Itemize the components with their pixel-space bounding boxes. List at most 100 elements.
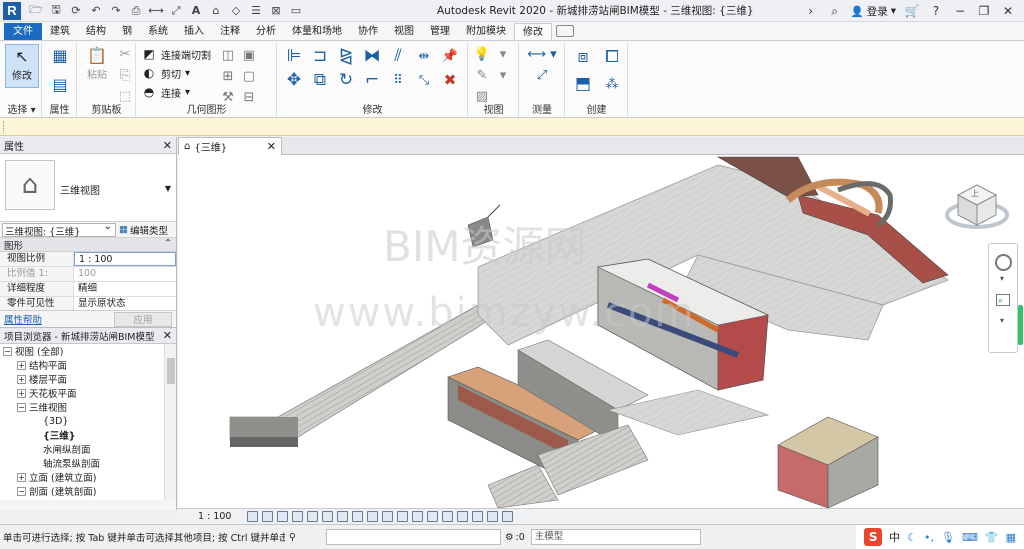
copy-icon[interactable]: ⎘ bbox=[116, 66, 134, 84]
lock-view-icon[interactable] bbox=[352, 511, 364, 522]
properties-close-icon[interactable]: ✕ bbox=[163, 139, 172, 152]
align-icon[interactable]: ⊫ bbox=[282, 45, 306, 67]
keyboard-icon[interactable]: ⌨ bbox=[962, 531, 978, 544]
detail-level-field[interactable]: 精细 bbox=[74, 282, 176, 296]
text-icon[interactable]: A bbox=[187, 3, 205, 19]
tab-manage[interactable]: 管理 bbox=[422, 23, 458, 40]
join-button[interactable]: ◓ 连接 ▾ bbox=[141, 84, 190, 100]
more-icon[interactable] bbox=[502, 511, 514, 522]
tab-annotate[interactable]: 注释 bbox=[212, 23, 248, 40]
create-assembly-icon[interactable]: ⧈ bbox=[570, 45, 596, 69]
edit-type-button[interactable]: ▦ 编辑类型 bbox=[119, 223, 168, 237]
temp-hide-icon[interactable] bbox=[367, 511, 379, 522]
selection-filter-icon[interactable]: ⚲ bbox=[289, 532, 296, 543]
tree-item[interactable]: 水闸纵剖面 bbox=[0, 442, 176, 456]
rotate-icon[interactable]: ↻ bbox=[334, 69, 358, 91]
offset-icon[interactable]: ⊐ bbox=[308, 45, 332, 67]
ime-mode[interactable]: 中 bbox=[889, 529, 900, 545]
collapse-icon[interactable]: − bbox=[17, 402, 26, 412]
section-icon[interactable]: ◇ bbox=[227, 3, 245, 19]
view-dropdown-2-icon[interactable]: ▾ bbox=[494, 66, 512, 84]
skin-icon[interactable]: 👕 bbox=[985, 531, 999, 544]
filter-icon[interactable]: ⚙ bbox=[505, 532, 514, 543]
graphics-group-header[interactable]: 图形 ⌃ bbox=[0, 238, 176, 252]
trim-extend-icon[interactable]: ⌐ bbox=[360, 69, 384, 91]
expand-icon[interactable]: + bbox=[17, 374, 26, 384]
worksharing-icon[interactable] bbox=[457, 511, 469, 522]
tab-addins[interactable]: 附加模块 bbox=[458, 23, 514, 40]
switch-windows-icon[interactable]: ▭ bbox=[287, 3, 305, 19]
canvas-scrollbar-thumb[interactable] bbox=[1018, 305, 1023, 345]
tree-item[interactable]: + 天花板平面 bbox=[0, 386, 176, 400]
shadows-icon[interactable] bbox=[292, 511, 304, 522]
collapse-icon[interactable]: − bbox=[3, 346, 12, 356]
mirror-axis-icon[interactable]: ⧎ bbox=[334, 45, 358, 67]
nav-dropdown-icon[interactable]: ▾ bbox=[1000, 274, 1004, 283]
tab-massing[interactable]: 体量和场地 bbox=[284, 23, 350, 40]
options-bar-grip[interactable] bbox=[3, 121, 6, 133]
tab-architecture[interactable]: 建筑 bbox=[42, 23, 78, 40]
tree-scrollbar[interactable] bbox=[164, 344, 176, 500]
split-element-icon[interactable]: ⫽ bbox=[386, 45, 410, 67]
apply-button[interactable]: 应用 bbox=[114, 311, 172, 327]
select-panel-label[interactable]: 选择 ▾ bbox=[2, 101, 41, 116]
infocenter-arrow-icon[interactable]: › bbox=[803, 4, 819, 18]
sogou-icon[interactable]: S bbox=[864, 528, 883, 546]
sync-icon[interactable]: ⟳ bbox=[67, 3, 85, 19]
tree-item[interactable]: 轴流泵纵剖面 bbox=[0, 456, 176, 470]
tree-item[interactable]: + 结构平面 bbox=[0, 358, 176, 372]
minimize-button[interactable]: − bbox=[952, 4, 968, 18]
measure-icon[interactable]: ⟷ bbox=[147, 3, 165, 19]
tree-item[interactable]: − 视图 (全部) bbox=[0, 344, 176, 358]
login-button[interactable]: 👤 登录 ▾ bbox=[851, 4, 896, 19]
copy-element-icon[interactable]: ⧉ bbox=[308, 69, 332, 91]
move-icon[interactable]: ✥ bbox=[282, 69, 306, 91]
view-scale-selector[interactable]: 1 : 100 bbox=[198, 511, 231, 522]
tree-item[interactable]: 01要水闸拦河横断面 bbox=[0, 498, 176, 500]
remove-paint-icon[interactable]: ▢ bbox=[240, 67, 258, 85]
expand-icon[interactable]: + bbox=[17, 360, 26, 370]
moon-icon[interactable]: ☾ bbox=[907, 531, 917, 544]
delete-icon[interactable]: ✖ bbox=[438, 69, 462, 91]
viewcube[interactable]: 上 bbox=[944, 175, 1010, 244]
visual-style-icon[interactable] bbox=[262, 511, 274, 522]
3d-view-icon[interactable]: ⌂ bbox=[207, 3, 225, 19]
split-face-icon[interactable]: ◫ bbox=[219, 46, 237, 64]
3d-view-canvas[interactable]: BIM资源网 www.bimzyw.com 上 ▾ ⌕ ▾ bbox=[178, 155, 1024, 508]
view-tab-close-icon[interactable]: ✕ bbox=[267, 140, 276, 153]
wall-joins-icon[interactable]: ⊞ bbox=[219, 67, 237, 85]
view-tab-3d[interactable]: ⌂ {三维} ✕ bbox=[178, 137, 282, 155]
properties-help-link[interactable]: 属性帮助 bbox=[4, 312, 42, 326]
tab-structure[interactable]: 结构 bbox=[78, 23, 114, 40]
thin-lines-icon[interactable]: ☰ bbox=[247, 3, 265, 19]
undo-icon[interactable]: ↶ bbox=[87, 3, 105, 19]
tab-modify[interactable]: 修改 bbox=[514, 23, 552, 40]
revit-logo[interactable]: R bbox=[3, 1, 21, 20]
open-icon[interactable]: 🗁 bbox=[27, 3, 45, 19]
design-option-field[interactable]: 主模型 bbox=[530, 529, 701, 545]
parts-visibility-field[interactable]: 显示原状态 bbox=[74, 297, 176, 310]
cut-geometry-button[interactable]: ◐ 剪切 ▾ bbox=[141, 65, 190, 81]
binoculars-icon[interactable]: ⌕ bbox=[827, 4, 843, 19]
expand-icon[interactable]: + bbox=[17, 388, 26, 398]
tab-systems[interactable]: 系统 bbox=[140, 23, 176, 40]
create-parts-icon[interactable]: ⧠ bbox=[599, 45, 625, 69]
crop-view-icon[interactable] bbox=[322, 511, 334, 522]
tree-item[interactable]: {3D} bbox=[0, 414, 176, 428]
project-browser-close-icon[interactable]: ✕ bbox=[163, 329, 172, 342]
reveal-hidden-icon[interactable] bbox=[382, 511, 394, 522]
pin-icon[interactable]: 📌 bbox=[438, 45, 462, 67]
cut-icon[interactable]: ✂ bbox=[116, 45, 134, 63]
measure-element-icon[interactable]: ⤢ bbox=[524, 66, 560, 84]
mirror-draw-icon[interactable]: ⧓ bbox=[360, 45, 384, 67]
tree-item[interactable]: − 三维视图 bbox=[0, 400, 176, 414]
tab-collaborate[interactable]: 协作 bbox=[350, 23, 386, 40]
instance-filter-select[interactable]: 三维视图: {三维} bbox=[2, 221, 116, 238]
analytical-model-icon[interactable] bbox=[412, 511, 424, 522]
zoom-dropdown-icon[interactable]: ▾ bbox=[1000, 316, 1004, 325]
help-button[interactable]: ? bbox=[928, 4, 944, 18]
array-icon[interactable]: ⠿ bbox=[386, 69, 410, 91]
close-button[interactable]: ✕ bbox=[1000, 4, 1016, 18]
steering-wheel-icon[interactable] bbox=[995, 254, 1012, 271]
preview-icon[interactable] bbox=[487, 511, 499, 522]
